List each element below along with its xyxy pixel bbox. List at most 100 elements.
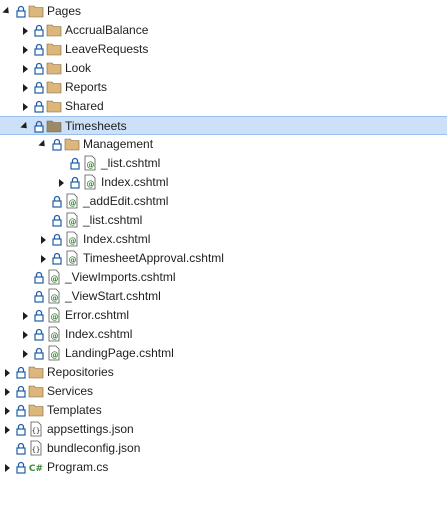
tree-item-label: Repositories xyxy=(47,365,114,379)
tree-item-label: bundleconfig.json xyxy=(47,441,141,455)
tree-item-viewstart-cshtml[interactable]: @ _ViewStart.cshtml xyxy=(0,287,447,306)
tree-item-reports[interactable]: Reports xyxy=(0,78,447,97)
chevron-right-icon xyxy=(4,463,10,472)
svg-text:@: @ xyxy=(87,180,95,189)
expand-arrow-icon[interactable] xyxy=(20,59,30,78)
tree-item-label: Index.cshtml xyxy=(83,232,151,246)
expand-arrow-icon[interactable] xyxy=(20,306,30,325)
tree-item-viewimports-cshtml[interactable]: @ _ViewImports.cshtml xyxy=(0,268,447,287)
lock-icon xyxy=(34,290,44,303)
tree-item-appsettings-json[interactable]: {} appsettings.json xyxy=(0,420,447,439)
tree-item-services[interactable]: Services xyxy=(0,382,447,401)
expand-arrow-icon[interactable] xyxy=(2,420,12,439)
tree-item-error-cshtml[interactable]: @ Error.cshtml xyxy=(0,306,447,325)
tree-item-label: LeaveRequests xyxy=(65,42,149,56)
chevron-down-icon xyxy=(20,121,30,132)
lock-icon xyxy=(16,442,26,455)
tree-item-shared[interactable]: Shared xyxy=(0,97,447,116)
tree-item-program-cs[interactable]: C# Program.cs xyxy=(0,458,447,477)
tree-item-leaverequests[interactable]: LeaveRequests xyxy=(0,40,447,59)
lock-icon xyxy=(16,461,26,474)
expand-arrow-icon[interactable] xyxy=(20,21,30,40)
lock-icon xyxy=(16,404,26,417)
tree-item-look[interactable]: Look xyxy=(0,59,447,78)
razor-file-icon: @ xyxy=(64,250,80,266)
lock-icon xyxy=(52,233,62,246)
lock-icon xyxy=(34,328,44,341)
chevron-right-icon xyxy=(4,425,10,434)
svg-text:@: @ xyxy=(87,161,95,170)
json-file-icon: {} xyxy=(28,440,44,456)
tree-item-index-cshtml[interactable]: @ Index.cshtml xyxy=(0,173,447,192)
expand-arrow-icon[interactable] xyxy=(20,78,30,97)
tree-item-timesheetapproval-cshtml[interactable]: @ TimesheetApproval.cshtml xyxy=(0,249,447,268)
lock-icon xyxy=(16,423,26,436)
chevron-right-icon xyxy=(40,235,46,244)
lock-icon xyxy=(34,347,44,360)
expand-arrow-icon[interactable] xyxy=(38,249,48,268)
tree-item-index-cshtml[interactable]: @ Index.cshtml xyxy=(0,230,447,249)
razor-file-icon: @ xyxy=(46,288,62,304)
expand-arrow-icon[interactable] xyxy=(2,401,12,420)
folder-icon xyxy=(64,136,80,152)
tree-item-templates[interactable]: Templates xyxy=(0,401,447,420)
tree-item-management[interactable]: Management xyxy=(0,135,447,154)
json-file-icon: {} xyxy=(28,421,44,437)
tree-item-label: Program.cs xyxy=(47,460,109,474)
svg-text:{}: {} xyxy=(32,427,40,435)
collapse-arrow-icon[interactable] xyxy=(2,2,12,21)
expand-arrow-icon[interactable] xyxy=(20,40,30,59)
tree-item-index-cshtml[interactable]: @ Index.cshtml xyxy=(0,325,447,344)
expand-arrow-icon[interactable] xyxy=(20,325,30,344)
lock-icon xyxy=(34,24,44,37)
chevron-right-icon xyxy=(4,406,10,415)
tree-item-list-cshtml[interactable]: @ _list.cshtml xyxy=(0,211,447,230)
expand-arrow-icon[interactable] xyxy=(2,363,12,382)
lock-icon xyxy=(52,138,62,151)
svg-text:@: @ xyxy=(69,199,77,208)
chevron-right-icon xyxy=(22,64,28,73)
tree-item-list-cshtml[interactable]: @ _list.cshtml xyxy=(0,154,447,173)
tree-item-pages[interactable]: Pages xyxy=(0,2,447,21)
tree-item-label: appsettings.json xyxy=(47,422,134,436)
expand-arrow-icon[interactable] xyxy=(2,458,12,477)
chevron-right-icon xyxy=(22,83,28,92)
csharp-file-icon: C# xyxy=(28,459,44,475)
tree-item-accrualbalance[interactable]: AccrualBalance xyxy=(0,21,447,40)
collapse-arrow-icon[interactable] xyxy=(38,135,48,154)
tree-item-timesheets[interactable]: Timesheets xyxy=(0,116,447,135)
chevron-down-icon xyxy=(38,139,48,150)
tree-item-label: Index.cshtml xyxy=(65,327,133,341)
folder-icon xyxy=(28,383,44,399)
folder-icon xyxy=(46,60,62,76)
svg-text:@: @ xyxy=(51,294,59,303)
folder-icon xyxy=(46,98,62,114)
expand-arrow-icon[interactable] xyxy=(56,173,66,192)
razor-file-icon: @ xyxy=(82,155,98,171)
folder-icon xyxy=(28,402,44,418)
lock-icon xyxy=(34,309,44,322)
tree-item-landingpage-cshtml[interactable]: @ LandingPage.cshtml xyxy=(0,344,447,363)
folder-icon xyxy=(28,3,44,19)
tree-item-bundleconfig-json[interactable]: {} bundleconfig.json xyxy=(0,439,447,458)
tree-item-label: LandingPage.cshtml xyxy=(65,346,174,360)
chevron-right-icon xyxy=(22,330,28,339)
lock-icon xyxy=(34,100,44,113)
tree-item-label: Services xyxy=(47,384,94,398)
expand-arrow-icon[interactable] xyxy=(2,382,12,401)
chevron-right-icon xyxy=(22,349,28,358)
collapse-arrow-icon[interactable] xyxy=(20,117,30,136)
chevron-right-icon xyxy=(40,254,46,263)
tree-item-addedit-cshtml[interactable]: @ _addEdit.cshtml xyxy=(0,192,447,211)
expand-arrow-icon[interactable] xyxy=(20,97,30,116)
tree-item-label: Timesheets xyxy=(65,119,127,133)
tree-item-label: _list.cshtml xyxy=(83,213,143,227)
svg-text:@: @ xyxy=(51,275,59,284)
expand-arrow-icon[interactable] xyxy=(20,344,30,363)
tree-item-repositories[interactable]: Repositories xyxy=(0,363,447,382)
tree-item-label: Shared xyxy=(65,99,104,113)
lock-icon xyxy=(70,176,80,189)
expand-arrow-icon[interactable] xyxy=(38,230,48,249)
lock-icon xyxy=(16,385,26,398)
razor-file-icon: @ xyxy=(46,345,62,361)
